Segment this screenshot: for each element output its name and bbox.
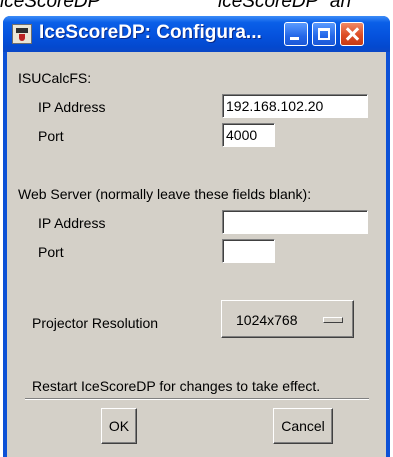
config-window: IceScoreDP: Configura... ISUCalcFS: IP A… xyxy=(3,16,390,457)
dialog-body: ISUCalcFS: IP Address Port Web Server (n… xyxy=(7,52,386,457)
isucalcfs-heading: ISUCalcFS: xyxy=(18,70,92,86)
isu-ip-label: IP Address xyxy=(38,99,106,115)
web-ip-field[interactable] xyxy=(222,210,368,234)
ok-button[interactable]: OK xyxy=(101,408,137,444)
projector-resolution-value: 1024x768 xyxy=(236,312,298,328)
app-icon[interactable] xyxy=(12,24,32,44)
option-menu-indicator-icon xyxy=(323,317,343,323)
web-ip-label: IP Address xyxy=(38,215,106,231)
isu-port-input[interactable] xyxy=(226,126,271,144)
isu-port-label: Port xyxy=(38,128,64,144)
separator-line xyxy=(25,398,369,400)
isu-port-field[interactable] xyxy=(222,123,275,147)
web-port-input[interactable] xyxy=(226,242,271,260)
maximize-button[interactable] xyxy=(312,22,336,46)
isu-ip-field[interactable] xyxy=(222,94,368,118)
minimize-button[interactable] xyxy=(284,22,308,46)
projector-resolution-label: Projector Resolution xyxy=(32,315,159,331)
title-bar[interactable]: IceScoreDP: Configura... xyxy=(3,16,390,52)
web-ip-input[interactable] xyxy=(226,213,364,231)
web-server-heading: Web Server (normally leave these fields … xyxy=(18,186,312,202)
cancel-button[interactable]: Cancel xyxy=(273,408,333,444)
web-port-label: Port xyxy=(38,244,64,260)
web-port-field[interactable] xyxy=(222,239,275,263)
close-icon xyxy=(341,23,363,45)
background-strip: iceScoreDP iceScoreDP” an xyxy=(0,0,393,16)
background-text-right: iceScoreDP” an xyxy=(218,0,352,12)
maximize-icon xyxy=(318,28,330,40)
window-title: IceScoreDP: Configura... xyxy=(39,22,262,43)
restart-note: Restart IceScoreDP for changes to take e… xyxy=(32,378,321,394)
minimize-icon xyxy=(290,37,299,40)
close-button[interactable] xyxy=(340,22,364,46)
background-text-left: iceScoreDP xyxy=(0,0,101,12)
isu-ip-input[interactable] xyxy=(226,97,364,115)
projector-resolution-dropdown[interactable]: 1024x768 xyxy=(221,300,354,338)
